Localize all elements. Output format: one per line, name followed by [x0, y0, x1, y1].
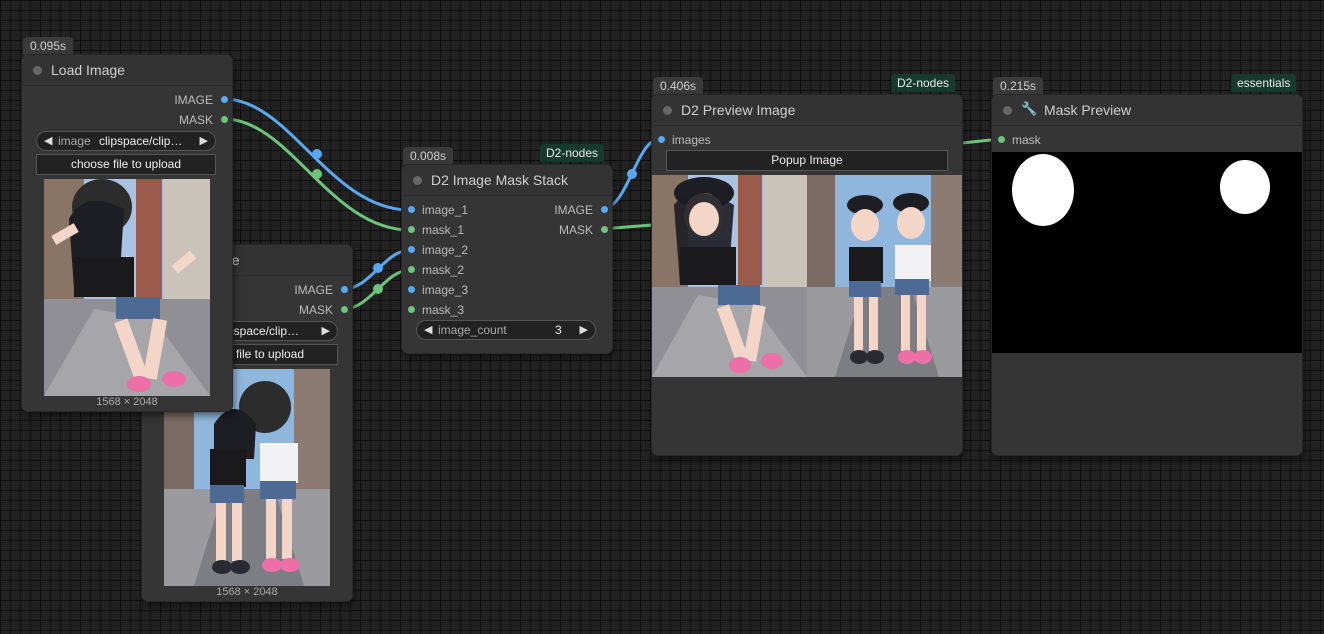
- arrow-left-icon[interactable]: ◀: [44, 134, 52, 147]
- preview-image-2: [807, 175, 962, 377]
- output-dot[interactable]: [601, 226, 608, 233]
- input-dot[interactable]: [408, 286, 415, 293]
- image-dimensions: 1568 × 2048: [96, 396, 158, 408]
- output-dot[interactable]: [221, 116, 228, 123]
- output-mask[interactable]: MASK: [178, 113, 228, 127]
- link-mask-2: [343, 268, 411, 311]
- output-image[interactable]: IMAGE: [554, 203, 608, 217]
- input-image-3[interactable]: image_3: [408, 283, 469, 297]
- upload-button[interactable]: choose file to upload: [36, 154, 216, 175]
- arrow-right-icon[interactable]: ▶: [200, 134, 208, 147]
- execution-time-badge: 0.406s: [653, 77, 704, 95]
- mask-shapes: [992, 152, 1302, 353]
- collapse-dot[interactable]: [1003, 106, 1012, 115]
- output-label: MASK: [178, 113, 213, 127]
- image-thumbnail: [44, 179, 210, 396]
- preview-image-1: [652, 175, 807, 377]
- input-dot[interactable]: [658, 136, 665, 143]
- input-image-1[interactable]: image_1: [408, 203, 469, 217]
- stepper-label: image_count: [438, 323, 507, 337]
- node-pack-badge: D2-nodes: [540, 144, 605, 162]
- output-label: IMAGE: [294, 283, 333, 297]
- input-label: image_2: [422, 243, 469, 257]
- image-count-stepper[interactable]: ◀ image_count 3 ▶: [416, 320, 596, 340]
- collapse-dot[interactable]: [413, 176, 422, 185]
- output-image[interactable]: IMAGE: [294, 283, 348, 297]
- node-title: D2 Preview Image: [681, 102, 796, 118]
- popup-image-button[interactable]: Popup Image: [666, 150, 948, 171]
- arrow-right-icon[interactable]: ▶: [580, 323, 588, 336]
- output-label: IMAGE: [554, 203, 593, 217]
- node-title-bar[interactable]: D2 Preview Image: [652, 95, 962, 126]
- node-title: Load Image: [51, 62, 125, 78]
- node-title: Mask Preview: [1044, 102, 1132, 118]
- input-dot[interactable]: [408, 266, 415, 273]
- link-image-2: [343, 248, 411, 291]
- output-label: MASK: [298, 303, 333, 317]
- image-dimensions: 1568 × 2048: [216, 586, 278, 598]
- input-dot[interactable]: [408, 226, 415, 233]
- output-dot[interactable]: [601, 206, 608, 213]
- output-label: IMAGE: [174, 93, 213, 107]
- node-title-bar[interactable]: D2 Image Mask Stack: [402, 165, 612, 196]
- preview-art-2: [807, 175, 962, 377]
- node-pack-badge: D2-nodes: [891, 74, 956, 92]
- input-label: image_1: [422, 203, 469, 217]
- reroute-dot: [373, 263, 383, 273]
- collapse-dot[interactable]: [663, 106, 672, 115]
- arrow-right-icon[interactable]: ▶: [322, 324, 330, 337]
- output-dot[interactable]: [341, 286, 348, 293]
- input-mask-1[interactable]: mask_1: [408, 223, 465, 237]
- output-dot[interactable]: [341, 306, 348, 313]
- stepper-value: 3: [555, 323, 562, 337]
- output-dot[interactable]: [221, 96, 228, 103]
- output-mask[interactable]: MASK: [298, 303, 348, 317]
- reroute-dot: [312, 169, 322, 179]
- link-image-1: [223, 97, 411, 212]
- arrow-left-icon[interactable]: ◀: [424, 323, 432, 336]
- mask-preview-image: [992, 152, 1302, 353]
- input-mask-3[interactable]: mask_3: [408, 303, 465, 317]
- node-pack-badge: essentials: [1231, 74, 1297, 92]
- input-dot[interactable]: [408, 206, 415, 213]
- mask-preview-node[interactable]: 🔧 Mask Preview mask: [992, 95, 1302, 455]
- input-dot[interactable]: [408, 306, 415, 313]
- collapse-dot[interactable]: [33, 66, 42, 75]
- combo-label: image: [58, 134, 91, 148]
- input-label: mask_2: [422, 263, 465, 277]
- node-title-bar[interactable]: 🔧 Mask Preview: [992, 95, 1302, 126]
- execution-time-badge: 0.095s: [23, 37, 74, 55]
- input-label: image_3: [422, 283, 469, 297]
- d2-image-mask-stack-node[interactable]: D2 Image Mask Stack image_1 mask_1 image…: [402, 165, 612, 353]
- link-mask-1: [223, 117, 411, 232]
- input-mask-2[interactable]: mask_2: [408, 263, 465, 277]
- input-mask[interactable]: mask: [998, 133, 1041, 147]
- input-images[interactable]: images: [658, 133, 711, 147]
- combo-value: pspace/clip…: [227, 324, 300, 338]
- input-image-2[interactable]: image_2: [408, 243, 469, 257]
- preview-art-1: [652, 175, 807, 377]
- output-label: MASK: [558, 223, 593, 237]
- reroute-dot: [627, 169, 637, 179]
- input-label: images: [672, 133, 711, 147]
- reroute-dot: [312, 149, 322, 159]
- image-combo[interactable]: ◀ image clipspace/clip… ▶: [36, 131, 216, 151]
- execution-time-badge: 0.008s: [403, 147, 454, 165]
- image-preview-art: [44, 179, 210, 396]
- input-label: mask: [1012, 133, 1041, 147]
- input-dot[interactable]: [998, 136, 1005, 143]
- combo-value: clipspace/clip…: [99, 134, 183, 148]
- output-image[interactable]: IMAGE: [174, 93, 228, 107]
- d2-preview-image-node[interactable]: D2 Preview Image images Popup Image: [652, 95, 962, 455]
- reroute-dot: [373, 284, 383, 294]
- input-label: mask_3: [422, 303, 465, 317]
- execution-time-badge: 0.215s: [993, 77, 1044, 95]
- input-label: mask_1: [422, 223, 465, 237]
- node-title-bar[interactable]: Load Image: [22, 55, 232, 86]
- load-image-node-1[interactable]: Load Image IMAGE MASK ◀ image clipspace/…: [22, 55, 232, 411]
- input-dot[interactable]: [408, 246, 415, 253]
- wrench-icon: 🔧: [1021, 101, 1038, 116]
- output-mask[interactable]: MASK: [558, 223, 608, 237]
- node-title: D2 Image Mask Stack: [431, 172, 568, 188]
